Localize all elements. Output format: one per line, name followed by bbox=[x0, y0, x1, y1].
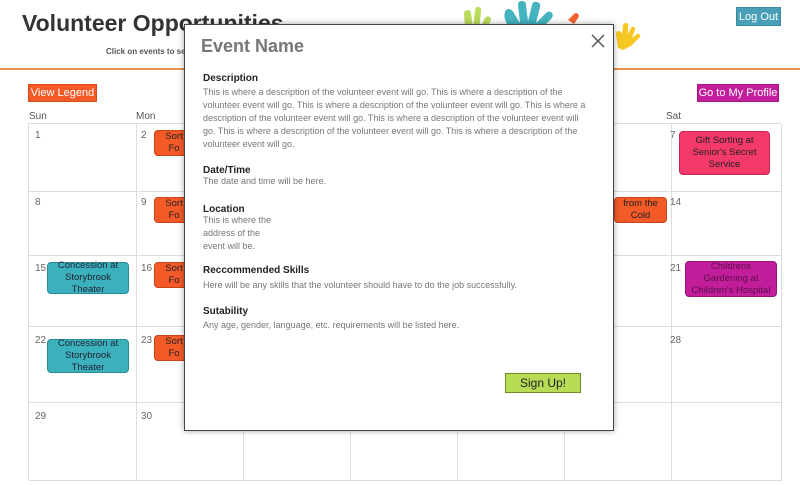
calendar-cell[interactable] bbox=[29, 192, 137, 256]
day-number: 15 bbox=[35, 263, 47, 274]
event-chip[interactable]: Gift Sorting at Senior's Secret Service bbox=[679, 131, 770, 175]
page-subtitle: Click on events to see bbox=[106, 47, 191, 56]
day-number: 14 bbox=[670, 197, 682, 208]
event-chip[interactable]: Concession at Storybrook Theater bbox=[47, 260, 129, 295]
logout-button[interactable]: Log Out bbox=[736, 7, 781, 26]
datetime-text: The date and time will be here. bbox=[203, 176, 327, 186]
suitability-text: Any age, gender, language, etc. requirem… bbox=[203, 320, 460, 330]
calendar-cell[interactable] bbox=[672, 327, 782, 403]
sign-up-button[interactable]: Sign Up! bbox=[505, 373, 581, 393]
day-number: 1 bbox=[35, 130, 41, 141]
my-profile-button[interactable]: Go to My Profile bbox=[697, 84, 779, 102]
day-number: 9 bbox=[141, 197, 147, 208]
day-number: 30 bbox=[141, 411, 153, 422]
day-number: 23 bbox=[141, 335, 153, 346]
day-number: 21 bbox=[670, 263, 682, 274]
dow-sat: Sat bbox=[666, 111, 682, 122]
description-label: Description bbox=[203, 73, 259, 84]
skills-text: Here will be any skills that the volunte… bbox=[203, 280, 518, 290]
view-legend-button[interactable]: View Legend bbox=[28, 84, 97, 102]
event-chip[interactable]: Concession at Storybrook Theater bbox=[47, 338, 129, 373]
location-text: This is where the address of the event w… bbox=[203, 215, 272, 251]
day-number: 22 bbox=[35, 335, 47, 346]
day-number: 7 bbox=[670, 130, 676, 141]
day-number: 29 bbox=[35, 411, 47, 422]
event-modal: Event Name Description This is where a d… bbox=[184, 24, 614, 431]
dow-sun: Sun bbox=[29, 111, 47, 122]
day-number: 16 bbox=[141, 263, 153, 274]
day-number: 28 bbox=[670, 335, 682, 346]
close-icon[interactable] bbox=[591, 34, 605, 48]
skills-label: Reccommended Skills bbox=[203, 265, 310, 276]
modal-title: Event Name bbox=[201, 36, 305, 56]
day-number: 8 bbox=[35, 197, 41, 208]
calendar-cell[interactable] bbox=[672, 192, 782, 256]
calendar-cell[interactable] bbox=[29, 124, 137, 192]
description-text: This is where a description of the volun… bbox=[203, 87, 586, 149]
dow-mon: Mon bbox=[136, 111, 156, 122]
day-number: 2 bbox=[141, 130, 147, 141]
suitability-label: Sutability bbox=[203, 306, 249, 317]
event-chip[interactable]: from the Cold bbox=[614, 197, 667, 223]
event-chip[interactable]: Childrens Gardening at Children's Hospit… bbox=[685, 261, 777, 297]
calendar-cell[interactable] bbox=[672, 403, 782, 481]
